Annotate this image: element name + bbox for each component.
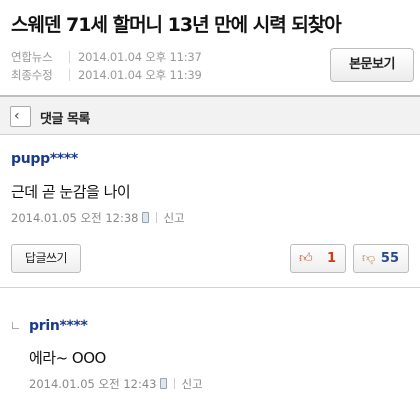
info-divider bbox=[174, 378, 176, 389]
comment-timestamp: 2014.01.05 오전 12:38 bbox=[11, 211, 139, 225]
comment-text: 에라~ OOO bbox=[29, 349, 106, 367]
article-modified-time: 2014.01.04 오후 11:39 bbox=[78, 68, 202, 82]
dislike-button[interactable]: 👎︎ 55 bbox=[353, 244, 409, 273]
comment-info: 2014.01.05 오전 12:43 신고 bbox=[29, 376, 203, 392]
mobile-icon bbox=[160, 378, 168, 389]
meta-divider bbox=[69, 51, 70, 63]
report-link[interactable]: 신고 bbox=[163, 211, 184, 225]
comment-list-bar: ‹ 댓글 목록 bbox=[0, 97, 420, 135]
view-article-button[interactable]: 본문보기 bbox=[330, 48, 414, 82]
thumbs-down-icon: 👎︎ bbox=[362, 251, 376, 266]
comment-username[interactable]: prin**** bbox=[29, 318, 88, 334]
comment-timestamp: 2014.01.05 오전 12:43 bbox=[29, 377, 157, 391]
report-link[interactable]: 신고 bbox=[181, 377, 202, 391]
reply-arrow-icon bbox=[12, 322, 19, 329]
article-source: 연합뉴스 bbox=[11, 50, 53, 64]
meta-divider bbox=[69, 69, 70, 81]
comment-item: pupp**** 근데 곧 눈감을 나이 2014.01.05 오전 12:38… bbox=[0, 136, 420, 288]
dislike-count: 55 bbox=[380, 251, 399, 266]
article-header: 스웨덴 71세 할머니 13년 만에 시력 되찾아 연합뉴스 2014.01.04… bbox=[0, 0, 420, 96]
article-modified-label: 최종수정 bbox=[11, 68, 53, 82]
reply-button[interactable]: 답글쓰기 bbox=[11, 244, 81, 273]
article-published-time: 2014.01.04 오후 11:37 bbox=[78, 50, 202, 64]
mobile-icon bbox=[142, 212, 150, 223]
reply-comment-item: prin**** 에라~ OOO 2014.01.05 오전 12:43 신고 bbox=[0, 289, 420, 401]
like-count: 1 bbox=[326, 251, 336, 266]
comment-text: 근데 곧 눈감을 나이 bbox=[11, 183, 131, 201]
like-button[interactable]: 👍︎ 1 bbox=[290, 244, 346, 273]
info-divider bbox=[156, 212, 158, 223]
comment-list-title: 댓글 목록 bbox=[40, 112, 90, 127]
comment-info: 2014.01.05 오전 12:38 신고 bbox=[11, 210, 185, 226]
article-headline: 스웨덴 71세 할머니 13년 만에 시력 되찾아 bbox=[11, 14, 342, 36]
thumbs-up-icon: 👍︎ bbox=[299, 251, 313, 266]
chevron-left-icon: ‹ bbox=[14, 108, 20, 124]
back-button[interactable]: ‹ bbox=[10, 106, 31, 127]
article-modified-meta: 최종수정 2014.01.04 오후 11:39 bbox=[11, 67, 202, 83]
comment-username[interactable]: pupp**** bbox=[11, 151, 78, 167]
article-published-meta: 연합뉴스 2014.01.04 오후 11:37 bbox=[11, 49, 202, 65]
